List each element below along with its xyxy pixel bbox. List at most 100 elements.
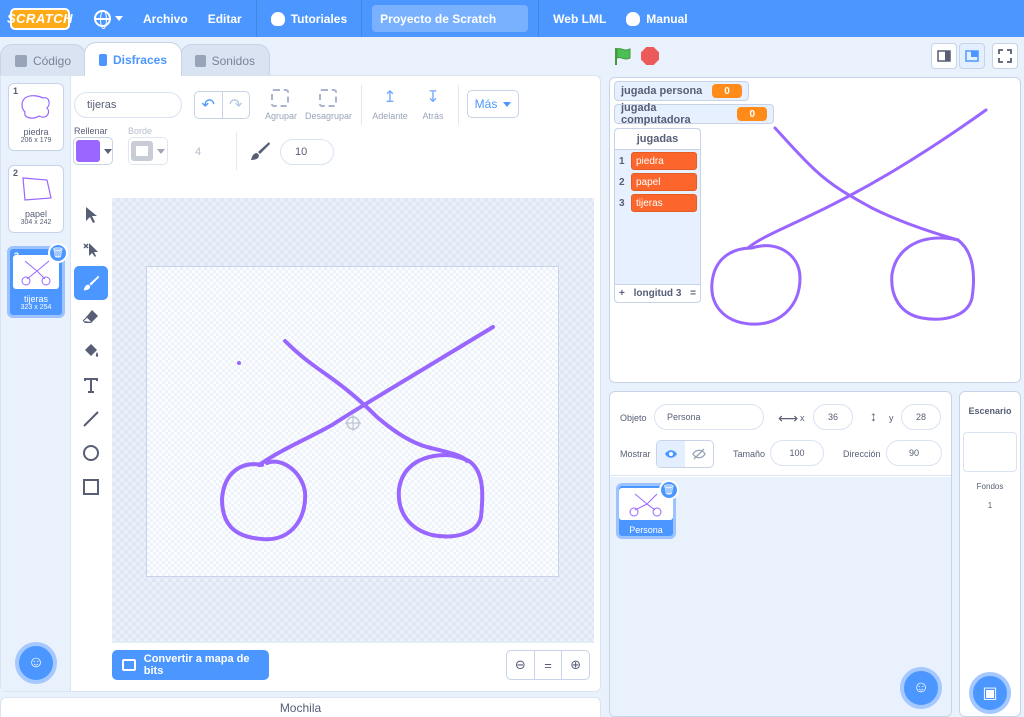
toolbar-divider xyxy=(361,85,362,125)
language-menu[interactable] xyxy=(84,0,133,37)
choose-costume-button[interactable]: ☺ xyxy=(15,642,57,684)
convert-to-bitmap-button[interactable]: Convertir a mapa de bits xyxy=(112,650,269,680)
paint-canvas[interactable] xyxy=(146,266,559,577)
paper-costume-thumbnail xyxy=(22,177,52,201)
visibility-toggle xyxy=(656,440,714,468)
line-icon xyxy=(83,411,99,427)
choose-sprite-button[interactable]: ☺ xyxy=(900,667,942,709)
redo-button[interactable]: ↷ xyxy=(221,92,250,118)
costume-item[interactable]: 1 piedra 206 x 179 xyxy=(8,83,64,151)
list-value[interactable]: piedra xyxy=(631,152,697,170)
variable-monitor[interactable]: jugada persona 0 xyxy=(614,81,749,101)
list-monitor[interactable]: jugadas 1 piedra 2 papel 3 tijeras + lon… xyxy=(614,128,701,303)
zoom-out-button[interactable]: ⊖ xyxy=(507,651,534,679)
menu-divider xyxy=(538,0,540,37)
tutorials-button[interactable]: Tutoriales xyxy=(261,0,357,37)
group-label: Agrupar xyxy=(265,111,298,121)
delete-costume-button[interactable]: 🗑 xyxy=(48,243,68,263)
brush-tool[interactable] xyxy=(74,266,108,300)
list-value[interactable]: tijeras xyxy=(631,194,697,212)
tutorials-label: Tutoriales xyxy=(290,11,348,26)
costume-item[interactable]: 2 papel 304 x 242 xyxy=(8,165,64,233)
outline-label: Borde xyxy=(128,126,153,136)
costume-item-selected[interactable]: 3 🗑 tijeras 323 x 254 xyxy=(7,243,68,318)
stage[interactable]: jugada persona 0 jugada computadora 0 ju… xyxy=(609,77,1021,383)
green-flag-icon[interactable] xyxy=(613,46,633,66)
list-value[interactable]: papel xyxy=(631,173,697,191)
size-input[interactable]: 100 xyxy=(770,440,824,466)
hide-button[interactable] xyxy=(685,441,713,467)
fill-tool[interactable] xyxy=(74,334,108,368)
scratch-logo[interactable]: SCRATCH xyxy=(7,7,73,30)
trash-icon: 🗑 xyxy=(51,247,65,259)
rectangle-tool[interactable] xyxy=(74,470,108,504)
list-item[interactable]: 2 papel xyxy=(615,172,700,192)
x-input[interactable]: 36 xyxy=(813,404,853,430)
eraser-icon xyxy=(82,310,98,323)
group-button[interactable]: Agrupar xyxy=(265,89,298,121)
reshape-tool[interactable] xyxy=(74,232,108,266)
tab-code[interactable]: Código xyxy=(0,44,86,76)
speaker-icon xyxy=(195,54,206,67)
small-stage-button[interactable] xyxy=(931,43,957,69)
rock-costume-thumbnail xyxy=(21,95,50,119)
forward-button[interactable]: ↥ Adelante xyxy=(372,89,408,121)
undo-button[interactable]: ↶ xyxy=(195,92,222,118)
outline-color-picker[interactable] xyxy=(128,137,168,165)
line-tool[interactable] xyxy=(74,402,108,436)
zoom-reset-button[interactable]: = xyxy=(533,651,562,679)
stop-sign-icon[interactable] xyxy=(641,47,659,65)
zoom-out-icon: ⊖ xyxy=(514,657,526,672)
list-item[interactable]: 3 tijeras xyxy=(615,193,700,213)
eraser-tool[interactable] xyxy=(74,300,108,334)
outline-width-input[interactable]: 4 xyxy=(176,139,220,165)
fill-color-picker[interactable] xyxy=(73,137,113,165)
backdrop-thumbnail[interactable] xyxy=(963,432,1017,472)
text-tool[interactable] xyxy=(74,368,108,402)
add-item-button[interactable]: + xyxy=(619,288,625,299)
costume-size: 206 x 179 xyxy=(20,137,52,144)
editor-tabs: Código Disfraces Sonidos xyxy=(0,42,270,76)
choose-backdrop-button[interactable]: ▣ xyxy=(969,672,1011,714)
show-label: Mostrar xyxy=(620,449,651,459)
select-tool[interactable] xyxy=(74,198,108,232)
tab-code-label: Código xyxy=(32,53,71,68)
web-link[interactable]: Web LML xyxy=(543,0,616,37)
tab-costumes[interactable]: Disfraces xyxy=(84,42,182,76)
sprite-pane: Objeto Persona ⟷ x 36 ↕ y 28 Mostrar Tam… xyxy=(609,391,952,717)
list-length: longitud 3 xyxy=(633,288,682,299)
list-item[interactable]: 1 piedra xyxy=(615,151,700,171)
brush-size-input[interactable]: 10 xyxy=(280,139,334,165)
tab-sounds[interactable]: Sonidos xyxy=(180,44,270,76)
project-title-input[interactable]: Proyecto de Scratch xyxy=(372,5,529,32)
y-label: y xyxy=(889,413,894,423)
variable-monitor[interactable]: jugada computadora 0 xyxy=(614,102,774,126)
file-menu[interactable]: Archivo xyxy=(133,0,198,37)
costume-name-input[interactable]: tijeras xyxy=(74,92,182,118)
stage-target-pane[interactable]: Escenario Fondos 1 ▣ xyxy=(959,391,1021,717)
cat-icon: ☺ xyxy=(27,654,45,671)
brush-icon xyxy=(251,142,270,160)
list-resize-handle[interactable]: = xyxy=(690,288,696,299)
fullscreen-button[interactable] xyxy=(992,43,1018,69)
lightbulb-icon xyxy=(626,11,641,26)
ungroup-label: Desagrupar xyxy=(305,111,353,121)
manual-button[interactable]: Manual xyxy=(616,0,697,37)
delete-sprite-button[interactable]: 🗑 xyxy=(659,480,679,500)
backward-button[interactable]: ↧ Atrás xyxy=(418,89,448,121)
backpack-bar[interactable]: Mochila xyxy=(0,697,601,717)
sprite-name-input[interactable]: Persona xyxy=(654,404,764,430)
y-input[interactable]: 28 xyxy=(901,404,941,430)
edit-menu[interactable]: Editar xyxy=(198,0,252,37)
normal-stage-button[interactable] xyxy=(959,43,985,69)
circle-tool[interactable] xyxy=(74,436,108,470)
direction-input[interactable]: 90 xyxy=(886,440,942,466)
ungroup-button[interactable]: Desagrupar xyxy=(305,89,353,121)
show-button[interactable] xyxy=(657,441,685,467)
more-button[interactable]: Más xyxy=(467,90,519,118)
sprite-tile-selected[interactable]: 🗑 Persona xyxy=(616,480,679,539)
costume-list: 1 piedra 206 x 179 2 papel 304 x 242 3 🗑 xyxy=(1,76,71,691)
undo-icon: ↶ xyxy=(201,97,215,114)
variable-value: 0 xyxy=(712,84,742,98)
zoom-in-button[interactable]: ⊕ xyxy=(561,651,589,679)
